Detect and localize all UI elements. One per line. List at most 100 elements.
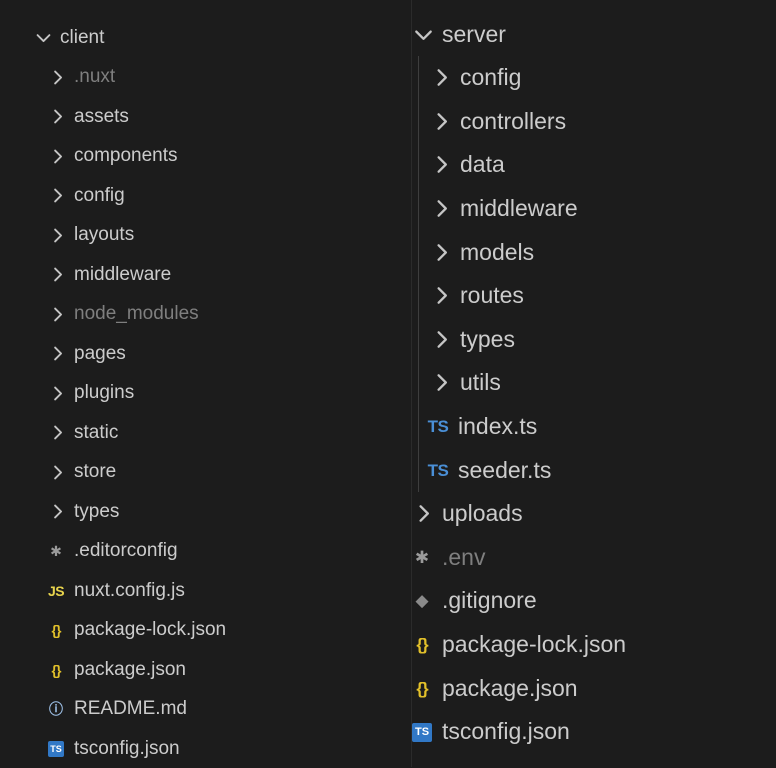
chevron-right-icon[interactable]	[48, 344, 68, 363]
javascript-file-icon: JS	[47, 582, 65, 599]
folder-item-layouts[interactable]: layouts	[48, 216, 134, 255]
item-label: .editorconfig	[74, 540, 178, 561]
item-label: types	[460, 325, 515, 352]
json-file-icon: {}	[416, 678, 428, 698]
item-label: client	[60, 26, 105, 48]
folder-item-client[interactable]: client	[34, 18, 104, 57]
file-item-nuxt-config-js[interactable]: JS nuxt.config.js	[44, 571, 185, 610]
item-label: README.md	[74, 698, 187, 719]
folder-item-utils[interactable]: utils	[430, 361, 501, 405]
folder-item-plugins[interactable]: plugins	[48, 374, 134, 413]
chevron-right-icon[interactable]	[430, 153, 454, 176]
file-item-package-json[interactable]: {} package.json	[44, 650, 186, 689]
item-label: config	[74, 184, 125, 206]
file-item-package-json[interactable]: {} package.json	[408, 666, 578, 710]
chevron-right-icon[interactable]	[48, 107, 68, 126]
item-label: assets	[74, 105, 129, 127]
item-label: tsconfig.json	[442, 718, 570, 745]
chevron-right-icon[interactable]	[48, 384, 68, 403]
gear-icon: ✱	[50, 543, 62, 559]
folder-item-node-modules[interactable]: node_modules	[48, 295, 199, 334]
folder-item-middleware[interactable]: middleware	[48, 255, 171, 294]
item-label: node_modules	[74, 303, 199, 324]
chevron-right-icon[interactable]	[48, 423, 68, 442]
chevron-right-icon[interactable]	[48, 463, 68, 482]
item-label: middleware	[74, 263, 172, 285]
item-label: .nuxt	[74, 66, 116, 87]
item-label: index.ts	[458, 412, 538, 439]
chevron-down-icon[interactable]	[412, 23, 436, 46]
chevron-right-icon[interactable]	[48, 68, 68, 87]
info-icon: ⓘ	[49, 701, 63, 717]
client-tree: client .nuxt assets components config layouts…	[0, 0, 410, 767]
folder-item-controllers[interactable]: controllers	[430, 99, 566, 143]
folder-item-components[interactable]: components	[48, 137, 178, 176]
json-file-icon: {}	[51, 661, 62, 678]
file-item-seeder-ts[interactable]: TS seeder.ts	[424, 448, 552, 492]
file-item-index-ts[interactable]: TS index.ts	[424, 404, 538, 448]
item-label: store	[74, 461, 117, 482]
item-label: package-lock.json	[74, 619, 227, 640]
item-label: components	[74, 145, 178, 166]
item-label: utils	[460, 369, 501, 396]
folder-item-types[interactable]: types	[48, 492, 119, 531]
chevron-right-icon[interactable]	[48, 226, 68, 245]
item-label: server	[442, 20, 506, 47]
folder-item-server[interactable]: server	[412, 12, 506, 56]
file-item-gitignore[interactable]: ◆ .gitignore	[408, 579, 537, 623]
chevron-right-icon[interactable]	[412, 502, 436, 525]
chevron-right-icon[interactable]	[48, 147, 68, 166]
chevron-right-icon[interactable]	[430, 371, 454, 394]
folder-item-config[interactable]: config	[48, 176, 125, 215]
item-label: nuxt.config.js	[74, 579, 185, 601]
chevron-right-icon[interactable]	[48, 265, 68, 284]
chevron-down-icon[interactable]	[34, 28, 54, 47]
item-label: package.json	[442, 674, 578, 701]
gear-icon: ✱	[414, 547, 430, 567]
file-item-env[interactable]: ✱ .env	[408, 535, 486, 579]
chevron-right-icon[interactable]	[48, 186, 68, 205]
file-item-package-lock-json[interactable]: {} package-lock.json	[44, 611, 227, 650]
file-item-package-lock-json[interactable]: {} package-lock.json	[408, 622, 626, 666]
folder-item-nuxt[interactable]: .nuxt	[48, 58, 115, 97]
item-label: .gitignore	[442, 587, 537, 614]
folder-item-data[interactable]: data	[430, 143, 505, 187]
chevron-right-icon[interactable]	[430, 110, 454, 133]
chevron-right-icon[interactable]	[430, 197, 454, 220]
tsconfig-file-icon: TS	[408, 721, 436, 743]
item-label: middleware	[460, 194, 578, 221]
folder-item-static[interactable]: static	[48, 413, 118, 452]
git-icon: ◆	[415, 591, 429, 611]
item-label: plugins	[74, 382, 135, 403]
folder-item-types[interactable]: types	[430, 317, 515, 361]
folder-item-routes[interactable]: routes	[430, 274, 524, 318]
chevron-right-icon[interactable]	[48, 305, 68, 324]
item-label: tsconfig.json	[74, 737, 180, 759]
folder-item-config[interactable]: config	[430, 56, 521, 100]
item-label: types	[74, 500, 120, 522]
folder-item-pages[interactable]: pages	[48, 334, 126, 373]
folder-item-models[interactable]: models	[430, 230, 534, 274]
chevron-right-icon[interactable]	[430, 328, 454, 351]
chevron-right-icon[interactable]	[430, 66, 454, 89]
chevron-right-icon[interactable]	[430, 284, 454, 307]
file-item-editorconfig[interactable]: ✱ .editorconfig	[44, 532, 178, 571]
item-label: controllers	[460, 107, 567, 134]
item-label: uploads	[442, 500, 523, 527]
file-item-readme-md[interactable]: ⓘ README.md	[44, 690, 187, 729]
item-label: package.json	[74, 658, 186, 680]
folder-item-uploads[interactable]: uploads	[412, 492, 523, 536]
item-label: layouts	[74, 224, 135, 245]
json-file-icon: {}	[416, 634, 428, 654]
file-item-tsconfig-json[interactable]: TS tsconfig.json	[408, 710, 570, 754]
item-label: pages	[74, 342, 126, 364]
chevron-right-icon[interactable]	[430, 241, 454, 264]
server-tree: server config controllers data middleware mod…	[412, 0, 776, 767]
explorer-tree: client .nuxt assets components config layouts…	[0, 0, 776, 767]
folder-item-assets[interactable]: assets	[48, 97, 129, 136]
indent-guide	[418, 56, 419, 492]
folder-item-store[interactable]: store	[48, 453, 116, 492]
file-item-tsconfig-json[interactable]: TS tsconfig.json	[44, 729, 180, 768]
chevron-right-icon[interactable]	[48, 502, 68, 521]
folder-item-middleware[interactable]: middleware	[430, 186, 578, 230]
